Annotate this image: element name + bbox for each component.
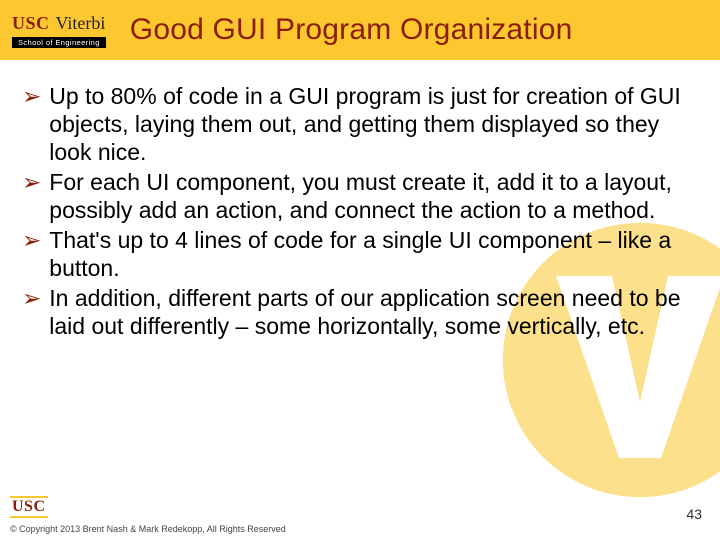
bullet-text: In addition, different parts of our appl… xyxy=(49,284,698,340)
slide-footer: USC © Copyright 2013 Brent Nash & Mark R… xyxy=(0,490,720,540)
logo-viterbi-text: Viterbi xyxy=(56,13,106,34)
slide-header: USC Viterbi School of Engineering Good G… xyxy=(0,0,720,60)
bullet-arrow-icon: ➢ xyxy=(22,226,41,282)
slide-body: ➢ Up to 80% of code in a GUI program is … xyxy=(0,60,720,340)
bullet-item: ➢ That's up to 4 lines of code for a sin… xyxy=(22,226,698,282)
bullet-item: ➢ In addition, different parts of our ap… xyxy=(22,284,698,340)
bullet-item: ➢ Up to 80% of code in a GUI program is … xyxy=(22,82,698,166)
bullet-arrow-icon: ➢ xyxy=(22,168,41,224)
logo-usc-text: USC xyxy=(12,13,50,34)
usc-viterbi-logo: USC Viterbi School of Engineering xyxy=(12,13,106,48)
bullet-text: That's up to 4 lines of code for a singl… xyxy=(49,226,698,282)
bullet-text: For each UI component, you must create i… xyxy=(49,168,698,224)
bullet-text: Up to 80% of code in a GUI program is ju… xyxy=(49,82,698,166)
slide-title: Good GUI Program Organization xyxy=(130,13,573,47)
copyright-text: © Copyright 2013 Brent Nash & Mark Redek… xyxy=(10,524,706,534)
bullet-arrow-icon: ➢ xyxy=(22,284,41,340)
bullet-item: ➢ For each UI component, you must create… xyxy=(22,168,698,224)
bullet-arrow-icon: ➢ xyxy=(22,82,41,166)
logo-subtitle: School of Engineering xyxy=(12,37,106,48)
page-number: 43 xyxy=(686,506,702,522)
usc-footer-mark: USC xyxy=(10,496,48,518)
